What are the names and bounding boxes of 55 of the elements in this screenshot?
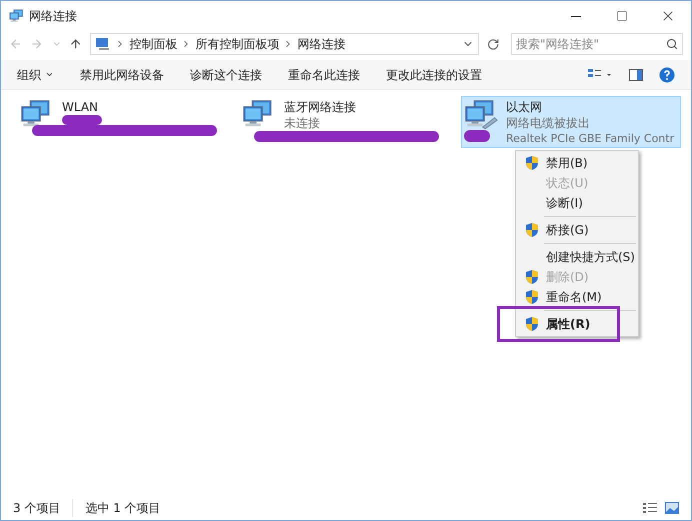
- menu-item-label: 重命名(M): [546, 289, 602, 306]
- toolbar-button[interactable]: 诊断这个连接: [190, 66, 262, 84]
- address-bar[interactable]: 控制面板 所有控制面板项 网络连接: [90, 33, 479, 55]
- control-panel-icon: [95, 37, 112, 51]
- connection-name: WLAN: [62, 99, 100, 115]
- connection-device: Realtek PCIe GBE Family Contr: [506, 131, 674, 147]
- menu-item[interactable]: 属性(R): [516, 314, 638, 334]
- network-icon: [9, 8, 25, 24]
- connection-item[interactable]: 蓝牙网络连接 未连接: [239, 96, 445, 148]
- connection-name: 蓝牙网络连接: [284, 99, 357, 115]
- menu-item[interactable]: 禁用(B): [516, 153, 638, 173]
- menu-item[interactable]: 诊断(I): [516, 193, 638, 220]
- search-icon: [666, 38, 678, 50]
- toolbar-button[interactable]: 更改此连接的设置: [386, 66, 482, 84]
- status-text: 选中 1 个项目: [72, 499, 173, 517]
- help-icon[interactable]: [659, 66, 675, 82]
- caret-icon: [45, 70, 54, 79]
- breadcrumb-item[interactable]: 网络连接: [297, 35, 346, 53]
- refresh-icon[interactable]: [486, 38, 499, 50]
- large-icons-view-icon[interactable]: [665, 502, 679, 514]
- shield-icon: [525, 155, 539, 171]
- menu-item[interactable]: 桥接(G): [516, 220, 638, 247]
- breadcrumb-item[interactable]: 控制面板: [129, 35, 178, 53]
- connection-item[interactable]: WLAN: [17, 96, 223, 148]
- toolbar-button[interactable]: 重命名此连接: [288, 66, 360, 84]
- status-text: 3 个项目: [13, 500, 62, 517]
- network-computer-icon: [464, 99, 498, 130]
- connection-status: 网络电缆被拔出: [506, 115, 591, 131]
- menu-item-label: 诊断(I): [546, 195, 583, 212]
- details-view-icon[interactable]: [643, 502, 657, 514]
- menu-item-label: 状态(U): [546, 175, 588, 192]
- menu-item[interactable]: 重命名(M): [516, 287, 638, 314]
- menu-item-label: 属性(R): [546, 316, 590, 333]
- toolbar-button[interactable]: 组织: [17, 66, 54, 84]
- up-icon[interactable]: [69, 37, 82, 51]
- shield-icon: [525, 289, 539, 305]
- menu-item-label: 桥接(G): [546, 222, 589, 239]
- shield-icon: [525, 222, 539, 238]
- search-field[interactable]: 搜索"网络连接": [510, 33, 683, 55]
- menu-item-label: 删除(D): [546, 269, 589, 286]
- breadcrumb-item[interactable]: 所有控制面板项: [195, 35, 280, 53]
- shield-icon: [525, 316, 539, 332]
- search-input[interactable]: 搜索"网络连接": [516, 35, 666, 53]
- menu-item-label: 禁用(B): [546, 155, 588, 172]
- menu-item-label: 创建快捷方式(S): [546, 249, 635, 266]
- menu-item[interactable]: 创建快捷方式(S): [516, 247, 638, 267]
- toolbar-button[interactable]: 禁用此网络设备: [80, 66, 164, 84]
- maximize-icon: [616, 10, 628, 22]
- redaction-mark: [464, 130, 490, 142]
- connection-item[interactable]: 以太网 网络电缆被拔出 Realtek PCIe GBE Family Contr: [461, 96, 681, 148]
- shield-icon: [525, 269, 539, 285]
- connection-name: 以太网: [506, 99, 543, 115]
- window-title: 网络连接: [29, 8, 77, 25]
- connection-status: 未连接: [284, 115, 321, 131]
- preview-pane-icon[interactable]: [629, 68, 643, 80]
